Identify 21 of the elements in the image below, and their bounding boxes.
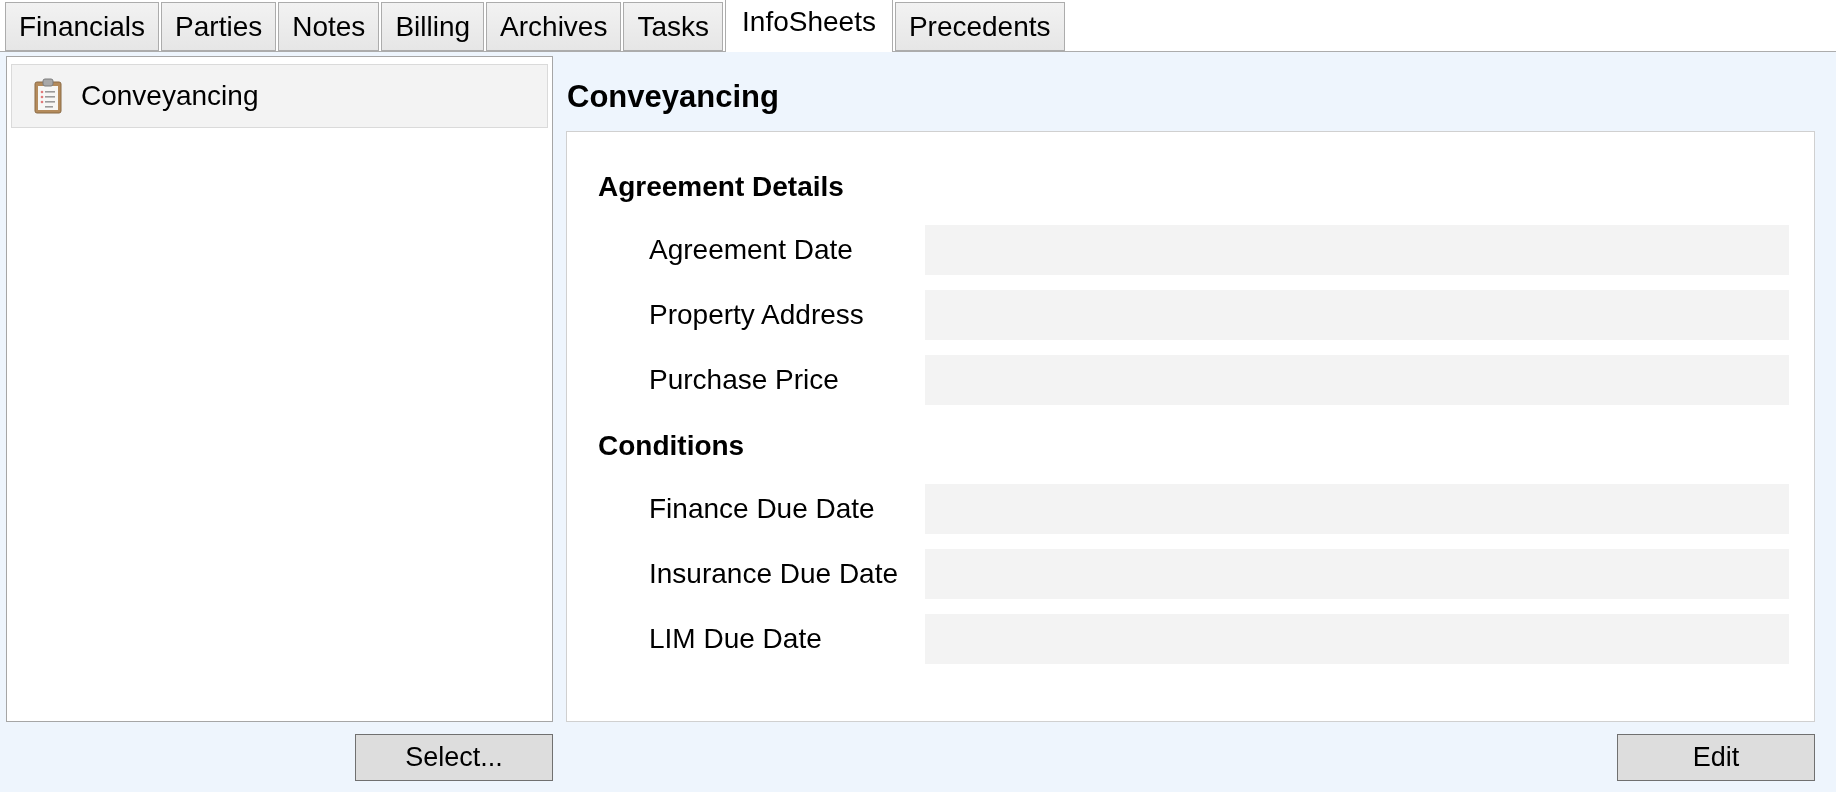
tab[interactable]: InfoSheets <box>725 0 893 52</box>
section-heading: Agreement Details <box>598 171 844 203</box>
clipboard-icon <box>34 78 62 114</box>
section-heading: Conditions <box>598 430 745 462</box>
tab[interactable]: Notes <box>278 2 380 51</box>
detail-title: Conveyancing <box>566 77 779 116</box>
field-label: Purchase Price <box>649 364 839 396</box>
tab[interactable]: Tasks <box>623 2 724 51</box>
select-button[interactable]: Select... <box>355 734 553 781</box>
edit-button[interactable]: Edit <box>1617 734 1815 781</box>
list-item[interactable]: Conveyancing <box>11 64 548 128</box>
tab[interactable]: Parties <box>161 2 277 51</box>
tab[interactable]: Financials <box>5 2 160 51</box>
field-label: Agreement Date <box>649 234 853 266</box>
field-label: Insurance Due Date <box>649 558 899 590</box>
field-label: Property Address <box>649 299 864 331</box>
field-label: Finance Due Date <box>649 493 875 525</box>
tab[interactable]: Precedents <box>894 2 1065 51</box>
tab[interactable]: Billing <box>381 2 485 51</box>
field-label: LIM Due Date <box>649 623 822 655</box>
tab[interactable]: Archives <box>486 2 622 51</box>
